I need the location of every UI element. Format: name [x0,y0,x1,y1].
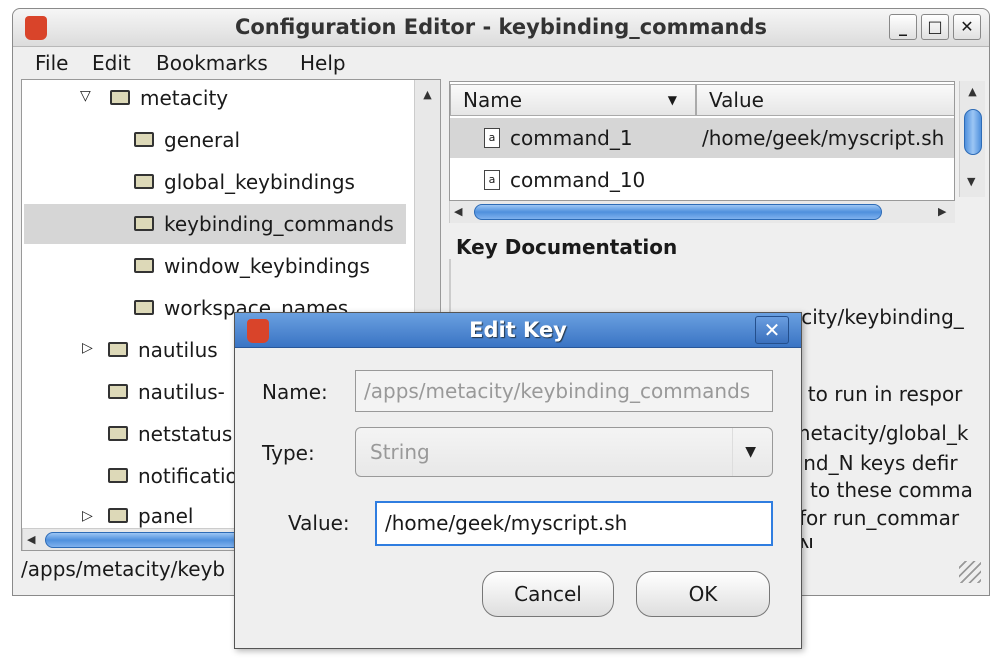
tree-item-general[interactable]: general [134,120,240,160]
window-title: Configuration Editor - keybinding_comman… [234,15,768,39]
folder-icon [108,384,128,399]
list-vertical-scrollbar[interactable]: ▲ ▼ [959,81,985,197]
value-input[interactable]: /home/geek/myscript.sh [375,501,773,546]
folder-icon [108,508,128,523]
name-label: Name: [262,380,328,404]
list-row[interactable]: a command_10 [450,160,954,200]
tree-item-global-keybindings[interactable]: global_keybindings [134,162,355,202]
folder-icon [108,426,128,441]
scroll-thumb[interactable] [964,109,982,155]
menu-edit[interactable]: Edit [92,51,131,75]
name-field[interactable]: /apps/metacity/keybinding_commands [355,370,773,412]
scroll-down-arrow-icon[interactable]: ▼ [967,175,975,188]
string-key-icon: a [484,169,500,190]
collapsed-triangle-icon[interactable]: ▷ [82,508,93,524]
open-folder-icon [110,90,130,105]
collapsed-triangle-icon[interactable]: ▷ [82,340,93,356]
scroll-up-arrow-icon[interactable]: ▲ [415,88,440,101]
expanded-triangle-icon[interactable]: ▽ [80,88,91,104]
folder-icon [108,342,128,357]
maximize-button[interactable]: □ [921,14,949,40]
folder-icon [134,174,154,189]
list-horizontal-scrollbar[interactable]: ◀ ▶ [449,201,955,223]
scroll-left-arrow-icon[interactable]: ◀ [27,533,35,546]
key-list: Name ▼ Value a command_1 /home/geek/myscri… [449,81,955,201]
doc-line: and_N keys defir [791,451,958,475]
tree-item-netstatus[interactable]: netstatus [108,414,232,454]
column-header-name[interactable]: Name ▼ [450,84,696,116]
dialog-close-button[interactable]: ✕ [755,316,789,344]
edit-key-dialog: Edit Key ✕ Name: /apps/metacity/keybindi… [234,312,802,649]
menu-bookmarks[interactable]: Bookmarks [156,51,268,75]
cancel-button[interactable]: Cancel [482,571,614,617]
minimize-button[interactable]: _ [889,14,917,40]
title-bar[interactable]: Configuration Editor - keybinding_comman… [13,9,989,47]
menu-help[interactable]: Help [300,51,346,75]
tree-item-notification[interactable]: notificatio [108,456,238,496]
folder-icon [134,132,154,147]
tree-item-metacity[interactable]: metacity [110,80,228,118]
column-header-value[interactable]: Value [696,84,954,116]
key-documentation-heading: Key Documentation [456,235,678,259]
folder-icon [134,300,154,315]
tree-item-nautilus[interactable]: nautilus [108,330,218,370]
tree-item-window-keybindings[interactable]: window_keybindings [134,246,370,286]
folder-icon [108,468,128,483]
tree-item-nautilus-dash[interactable]: nautilus- [108,372,225,412]
string-key-icon: a [484,127,500,148]
dropdown-arrow-icon: ▼ [732,428,756,476]
sort-arrow-icon: ▼ [667,93,677,107]
doc-line: s to run in respor [791,382,963,406]
scroll-thumb[interactable] [474,204,882,220]
type-combo[interactable]: String ▼ [355,427,773,477]
scroll-right-arrow-icon[interactable]: ▶ [938,205,946,218]
scroll-thumb[interactable] [45,532,265,548]
list-row[interactable]: a command_1 /home/geek/myscript.sh [450,118,954,158]
resize-grip-icon[interactable] [959,561,981,583]
dialog-title: Edit Key [469,318,567,342]
ok-button[interactable]: OK [636,571,770,617]
folder-icon [134,216,154,231]
folder-icon [134,258,154,273]
doc-line: acity/keybinding_ [789,305,964,329]
menu-file[interactable]: File [35,51,68,75]
dialog-title-bar[interactable]: Edit Key ✕ [235,313,801,348]
doc-line: d to these comma [791,478,973,502]
doc-line: for run_commar [799,506,960,530]
scroll-up-arrow-icon[interactable]: ▲ [960,85,985,98]
value-label: Value: [288,511,350,535]
status-bar: /apps/metacity/keyb [21,557,226,581]
scroll-left-arrow-icon[interactable]: ◀ [454,205,462,218]
doc-line: metacity/global_k [791,421,969,445]
tree-item-keybinding-commands[interactable]: keybinding_commands [134,204,394,244]
close-button[interactable]: ✕ [953,14,981,40]
type-label: Type: [262,441,315,465]
